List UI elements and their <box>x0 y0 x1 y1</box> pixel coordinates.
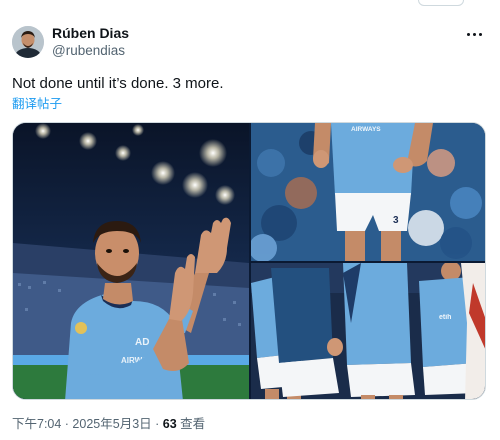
follow-button-partial[interactable] <box>418 0 464 6</box>
avatar[interactable] <box>12 26 44 58</box>
svg-text:AD: AD <box>135 337 149 348</box>
svg-text:etih: etih <box>439 314 451 321</box>
post-header: Rúben Dias @rubendias <box>12 24 488 64</box>
translate-post-link[interactable]: 翻译帖子 <box>12 96 62 112</box>
post-text: Not done until it’s done. 3 more. <box>12 75 224 92</box>
svg-text:3: 3 <box>393 215 399 226</box>
views-count: 63 <box>162 417 177 431</box>
more-horizontal-icon[interactable] <box>462 26 486 42</box>
top-partial-bar <box>0 0 500 8</box>
photo-team-walkout[interactable]: etih <box>251 263 485 399</box>
post-meta: 下午7:04 · 2025年5月3日 · 63 查看 <box>12 416 205 432</box>
author-block: Rúben Dias @rubendias <box>52 24 129 60</box>
svg-text:AIRWAYS: AIRWAYS <box>351 126 381 133</box>
media-grid: AD AIRWAYS AIRWAYS 3 etih <box>12 122 486 400</box>
photo-player-torso[interactable]: AIRWAYS 3 <box>251 123 485 261</box>
views-label: 查看 <box>176 417 206 431</box>
display-name[interactable]: Rúben Dias <box>52 24 129 42</box>
timestamp[interactable]: 下午7:04 · 2025年5月3日 · <box>12 417 163 431</box>
photo-player-applauding[interactable]: AD AIRWAYS <box>13 123 249 399</box>
handle[interactable]: @rubendias <box>52 42 129 60</box>
user-avatar-icon <box>12 26 44 58</box>
